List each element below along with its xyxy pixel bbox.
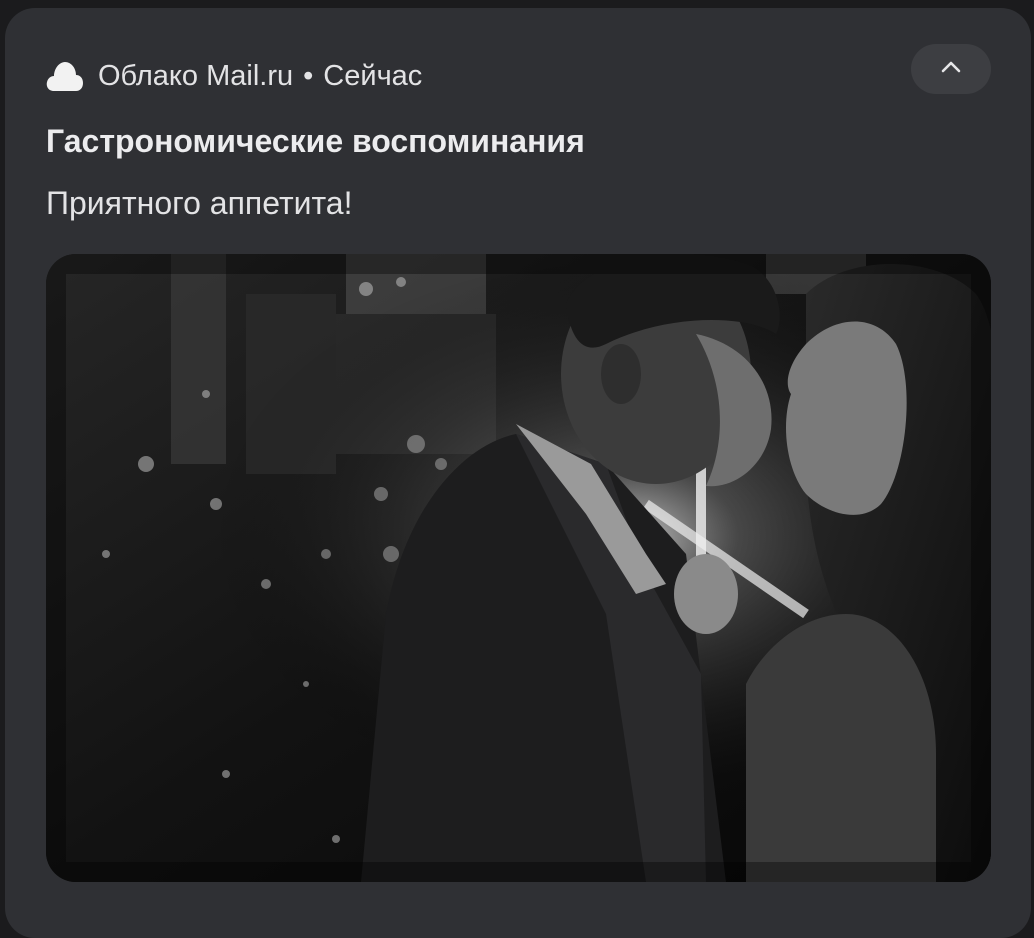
notification-title: Гастрономические воспоминания: [46, 123, 585, 159]
separator-dot: •: [303, 60, 314, 92]
notification-header: Облако Mail.ru • Сейчас: [46, 52, 422, 100]
notification-text: Приятного аппетита!: [46, 185, 353, 221]
timestamp: Сейчас: [323, 60, 423, 92]
app-name: Облако Mail.ru: [98, 60, 294, 92]
notification-card[interactable]: Облако Mail.ru • Сейчас Гастрономические…: [5, 8, 1031, 938]
cloud-icon: [46, 57, 84, 95]
collapse-button[interactable]: [911, 44, 991, 94]
photo-kissing-couple: [46, 254, 991, 882]
notification-image[interactable]: [46, 254, 991, 882]
chevron-up-icon: [940, 60, 962, 79]
